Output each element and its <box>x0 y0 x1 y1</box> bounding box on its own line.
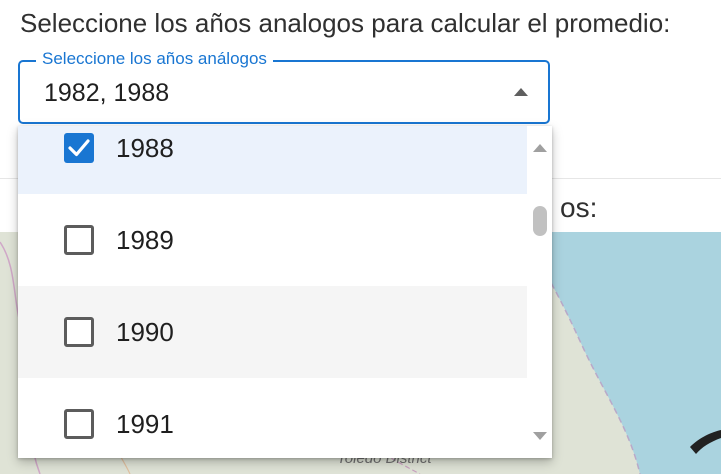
year-option[interactable]: 1990 <box>18 286 527 378</box>
year-option-label: 1989 <box>116 224 174 255</box>
select-label: Seleccione los años análogos <box>36 49 273 69</box>
year-option[interactable]: 1988 <box>18 126 527 194</box>
scrollbar-thumb[interactable] <box>533 206 547 236</box>
year-option-label: 1988 <box>116 132 174 163</box>
checkbox-unchecked-icon[interactable] <box>64 317 94 347</box>
year-option-label: 1991 <box>116 408 174 439</box>
year-option-label: 1990 <box>116 316 174 347</box>
results-heading: os: <box>560 192 598 223</box>
analog-years-select[interactable]: Seleccione los años análogos 1982, 1988 <box>18 49 550 124</box>
scroll-up-icon[interactable] <box>533 144 547 152</box>
checkbox-checked-icon[interactable] <box>64 133 94 163</box>
scroll-down-icon[interactable] <box>533 432 547 440</box>
select-value: 1982, 1988 <box>44 79 170 107</box>
years-list: 1988 1989 1990 1991 <box>18 126 527 458</box>
page: Seleccione los años analogos para calcul… <box>0 0 721 474</box>
checkbox-unchecked-icon[interactable] <box>64 225 94 255</box>
year-option[interactable]: 1991 <box>18 378 527 458</box>
prompt-text: Seleccione los años analogos para calcul… <box>20 8 671 38</box>
arrow-up-icon[interactable] <box>514 88 528 96</box>
years-dropdown-menu: 1988 1989 1990 1991 <box>18 126 552 458</box>
year-option[interactable]: 1989 <box>18 194 527 286</box>
checkbox-unchecked-icon[interactable] <box>64 409 94 439</box>
menu-scrollbar[interactable] <box>527 126 552 458</box>
